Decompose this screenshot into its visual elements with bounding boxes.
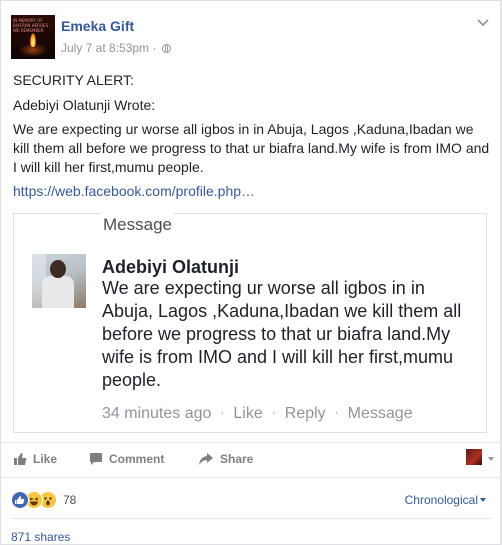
globe-icon [161, 44, 171, 53]
like-label: Like [33, 452, 58, 466]
post-meta: July 7 at 8:53pm · [61, 41, 171, 55]
embed-label: Message [101, 213, 174, 237]
post-body-text: We are expecting ur worse all igbos in i… [13, 121, 490, 175]
profile-link[interactable]: https://web.facebook.com/profile.php… [13, 182, 491, 201]
viewer-avatar[interactable] [466, 449, 482, 465]
share-label: Share [220, 452, 254, 466]
embed-time: 34 minutes ago [102, 405, 212, 422]
avatar-caption: IN MEMORY OF BIAFRAN HEROES · WE REMEMBE… [13, 18, 51, 33]
author-avatar[interactable]: IN MEMORY OF BIAFRAN HEROES · WE REMEMBE… [11, 15, 55, 59]
embed-footer: 34 minutes ago · Like · Reply · Message [102, 405, 413, 423]
embed-dot: · [220, 405, 225, 419]
post-timestamp[interactable]: July 7 at 8:53pm [61, 41, 149, 55]
comment-label: Comment [109, 452, 165, 466]
sort-dropdown[interactable]: Chronological [405, 493, 486, 507]
avatar-head [50, 260, 66, 278]
screenshot-embed[interactable]: Message Adebiyi Olatunji We are expectin… [13, 213, 487, 433]
embed-dot: · [271, 405, 276, 419]
like-icon [11, 491, 29, 509]
reaction-count: 78 [63, 493, 77, 507]
meta-separator: · [152, 41, 157, 55]
embed-message: Message [347, 405, 413, 422]
author-name[interactable]: Emeka Gift [61, 18, 134, 34]
share-button[interactable]: Share [198, 452, 253, 466]
comment-button[interactable]: Comment [89, 452, 164, 466]
post-card: IN MEMORY OF BIAFRAN HEROES · WE REMEMBE… [0, 0, 501, 545]
quote-attribution: Adebiyi Olatunji Wrote: [13, 97, 156, 113]
embed-sender-name: Adebiyi Olatunji [102, 257, 240, 277]
sort-label: Chronological [404, 493, 478, 507]
share-arrow-icon [199, 453, 213, 465]
embed-avatar [32, 254, 86, 308]
divider [11, 518, 491, 519]
thumbs-up-icon [14, 453, 27, 465]
like-button[interactable]: Like [13, 452, 57, 466]
candle-flame-icon [30, 33, 36, 47]
alert-title: SECURITY ALERT: [13, 72, 134, 88]
action-bar: Like Comment Share [1, 442, 500, 478]
avatar-shirt [42, 276, 74, 308]
chevron-down-icon[interactable] [476, 18, 490, 28]
embed-reply: Reply [284, 405, 326, 422]
embed-dot: · [334, 405, 339, 419]
embed-like: Like [233, 405, 263, 422]
embed-message-text: We are expecting ur worse all igbos in i… [102, 278, 462, 390]
comment-icon [90, 453, 102, 465]
caret-down-icon [480, 498, 486, 502]
viewer-select-caret-icon[interactable] [488, 457, 494, 461]
share-count-link[interactable]: 871 shares [11, 530, 70, 544]
